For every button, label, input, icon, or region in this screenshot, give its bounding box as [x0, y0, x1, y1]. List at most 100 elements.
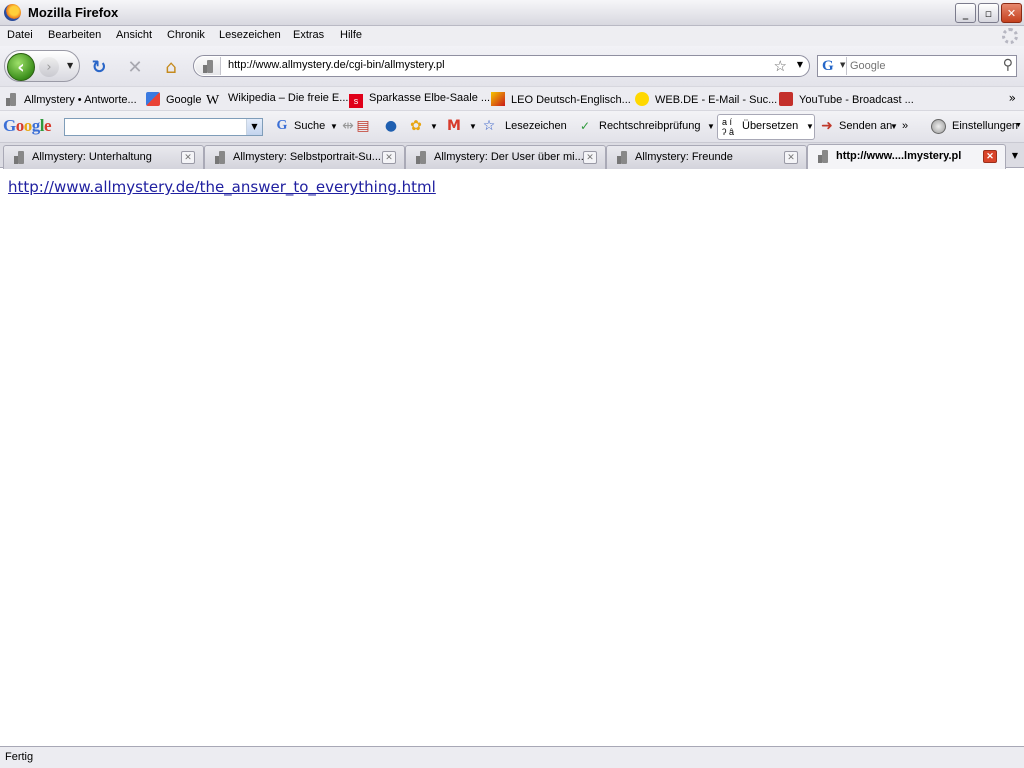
menu-hilfe[interactable]: Hilfe	[340, 29, 362, 41]
allmystery-icon	[213, 150, 227, 164]
tab-bar: Allmystery: Unterhaltung ✕ Allmystery: S…	[0, 142, 1024, 170]
spellcheck-icon[interactable]: ✓	[577, 118, 593, 134]
tab-close-icon[interactable]: ✕	[583, 151, 597, 164]
tab-label: http://www....lmystery.pl	[836, 150, 962, 162]
gadgets-dropdown-icon[interactable]: ▼	[430, 122, 438, 131]
bookmarks-bar: Allmystery • Antworte... Google W Wikiped…	[0, 86, 1024, 110]
gmail-icon[interactable]: M	[446, 118, 462, 134]
allmystery-icon	[4, 92, 18, 106]
popup-blocker-icon[interactable]: ▤	[355, 118, 371, 134]
tab-close-icon[interactable]: ✕	[382, 151, 396, 164]
tab-active-allmystery-pl[interactable]: http://www....lmystery.pl ✕	[807, 144, 1006, 170]
page-content: http://www.allmystery.de/the_answer_to_e…	[0, 169, 1024, 746]
send-to-dropdown-icon[interactable]: ▼	[890, 122, 898, 131]
close-window-button[interactable]: ✕	[1001, 3, 1022, 23]
allmystery-icon	[615, 150, 629, 164]
translate-dropdown-icon[interactable]: ▼	[806, 122, 814, 131]
settings-button[interactable]: Einstellungen	[952, 120, 1018, 132]
url-text[interactable]: http://www.allmystery.de/cgi-bin/allmyst…	[228, 59, 445, 71]
firefox-icon	[4, 4, 21, 21]
menu-bar: Datei Bearbeiten Ansicht Chronik Lesezei…	[0, 26, 1024, 46]
google-icon	[146, 92, 160, 106]
url-dropdown-icon[interactable]: ▼	[797, 60, 803, 69]
tab-label: Allmystery: Unterhaltung	[32, 151, 152, 163]
spellcheck-button[interactable]: Rechtschreibprüfung	[599, 120, 701, 132]
tab-unterhaltung[interactable]: Allmystery: Unterhaltung ✕	[3, 145, 204, 169]
allmystery-icon	[816, 149, 830, 163]
menu-chronik[interactable]: Chronik	[167, 29, 205, 41]
send-to-button[interactable]: Senden an	[839, 120, 892, 132]
tab-close-icon[interactable]: ✕	[181, 151, 195, 164]
tab-label: Allmystery: Selbstportrait-Su...	[233, 151, 381, 163]
google-bookmarks-button[interactable]: Lesezeichen	[505, 120, 567, 132]
stop-icon[interactable]: ✕	[124, 56, 146, 78]
bookmark-star-icon[interactable]: ☆	[774, 57, 787, 75]
google-toolbar-dropdown-icon[interactable]: ▼	[246, 119, 262, 135]
youtube-icon	[779, 92, 793, 106]
leo-icon	[491, 92, 505, 106]
tab-selbstportrait[interactable]: Allmystery: Selbstportrait-Su... ✕	[204, 145, 405, 169]
google-logo[interactable]: Google	[3, 116, 52, 136]
menu-extras[interactable]: Extras	[293, 29, 324, 41]
google-toolbar-overflow-button[interactable]: »	[902, 120, 908, 132]
bookmark-youtube[interactable]: YouTube - Broadcast ...	[779, 92, 914, 106]
send-to-icon[interactable]: ➜	[819, 118, 835, 134]
globe-icon[interactable]: ●	[383, 118, 399, 134]
webde-icon	[635, 92, 649, 106]
window-title: Mozilla Firefox	[28, 5, 119, 20]
search-box[interactable]: G ▼ ⚲	[817, 55, 1017, 77]
bookmark-wikipedia[interactable]: W Wikipedia – Die freie E...	[206, 92, 348, 108]
home-icon[interactable]: ⌂	[160, 56, 182, 78]
search-engine-dropdown-icon[interactable]: ▼	[840, 61, 845, 69]
bookmark-google[interactable]: Google	[146, 92, 201, 106]
url-bar[interactable]: http://www.allmystery.de/cgi-bin/allmyst…	[193, 55, 810, 77]
bookmark-allmystery[interactable]: Allmystery • Antworte...	[4, 92, 137, 106]
translate-icon: a íʔ â	[722, 117, 735, 137]
wikipedia-icon: W	[206, 93, 220, 108]
search-input[interactable]	[850, 58, 990, 74]
spellcheck-dropdown-icon[interactable]: ▼	[707, 122, 715, 131]
translate-button-frame[interactable]: a íʔ â Übersetzen ▼	[717, 114, 815, 140]
google-search-button[interactable]: Suche	[294, 120, 325, 132]
minimize-button[interactable]: _	[955, 3, 976, 23]
navigation-toolbar: ‹ › ▼ ↻ ✕ ⌂ http://www.allmystery.de/cgi…	[0, 46, 1024, 86]
menu-bearbeiten[interactable]: Bearbeiten	[48, 29, 101, 41]
search-go-icon[interactable]: ⚲	[1003, 57, 1013, 73]
back-forward-group: ‹ › ▼	[4, 50, 80, 82]
tab-der-user[interactable]: Allmystery: Der User über mi... ✕	[405, 145, 606, 169]
history-dropdown-icon[interactable]: ▼	[67, 61, 73, 70]
title-bar: Mozilla Firefox _ ▫ ✕	[0, 0, 1024, 26]
tab-label: Allmystery: Freunde	[635, 151, 733, 163]
bookmark-leo[interactable]: LEO Deutsch-Englisch...	[491, 92, 631, 106]
menu-ansicht[interactable]: Ansicht	[116, 29, 152, 41]
list-all-tabs-button[interactable]: ▼	[1008, 147, 1022, 165]
gmail-dropdown-icon[interactable]: ▼	[469, 122, 477, 131]
status-text: Fertig	[5, 751, 34, 763]
bookmark-sparkasse[interactable]: s Sparkasse Elbe-Saale ...	[349, 92, 490, 108]
google-toolbar-search-input[interactable]: ▼	[64, 118, 263, 136]
allmystery-icon	[12, 150, 26, 164]
settings-dropdown-icon[interactable]: ▼	[1015, 122, 1022, 129]
separator-icon: ⇹	[342, 118, 354, 134]
google-search-icon[interactable]: G	[274, 118, 290, 134]
search-dropdown-icon[interactable]: ▼	[330, 122, 338, 131]
back-button[interactable]: ‹	[7, 53, 35, 81]
answer-link[interactable]: http://www.allmystery.de/the_answer_to_e…	[8, 178, 436, 196]
forward-button[interactable]: ›	[39, 57, 59, 77]
maximize-button[interactable]: ▫	[978, 3, 999, 23]
menu-datei[interactable]: Datei	[7, 29, 33, 41]
site-identity-icon[interactable]	[195, 57, 221, 75]
google-toolbar: Google ▼ G Suche ▼ ⇹ ▤ ● ✿ ▼ M ▼ ☆ Lesez…	[0, 110, 1024, 142]
bookmark-webde[interactable]: WEB.DE - E-Mail - Suc...	[635, 92, 777, 106]
tab-close-icon[interactable]: ✕	[983, 150, 997, 163]
menu-lesezeichen[interactable]: Lesezeichen	[219, 29, 281, 41]
tab-freunde[interactable]: Allmystery: Freunde ✕	[606, 145, 807, 169]
tab-label: Allmystery: Der User über mi...	[434, 151, 584, 163]
bookmarks-star-icon[interactable]: ☆	[481, 118, 497, 134]
tab-close-icon[interactable]: ✕	[784, 151, 798, 164]
bookmarks-overflow-button[interactable]: »	[1009, 91, 1016, 105]
settings-icon[interactable]	[931, 119, 946, 134]
reload-icon[interactable]: ↻	[88, 56, 110, 78]
translate-button[interactable]: Übersetzen	[742, 120, 798, 132]
gadgets-icon[interactable]: ✿	[408, 118, 424, 134]
